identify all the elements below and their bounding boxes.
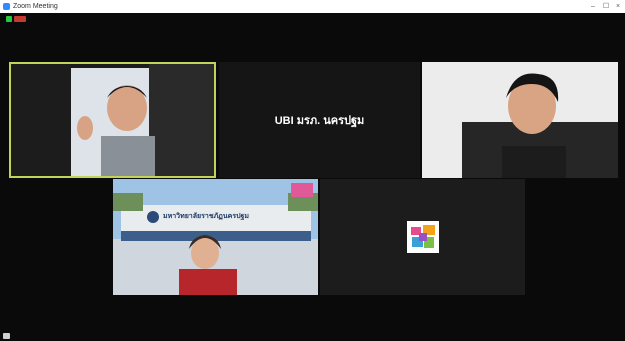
- connection-quality-icon: [14, 16, 26, 22]
- participant-video: [9, 62, 216, 178]
- participant-tile-text[interactable]: UBI มรภ. นครปฐม: [219, 62, 420, 178]
- close-button[interactable]: ×: [612, 0, 624, 13]
- window-titlebar: Zoom Meeting – ☐ ×: [0, 0, 625, 13]
- colorful-avatar-icon: [406, 221, 439, 253]
- participant-video: [422, 62, 618, 178]
- participant-display-name: UBI มรภ. นครปฐม: [274, 115, 365, 127]
- participant-tile-campus[interactable]: มหาวิทยาลัยราชภัฏนครปฐม: [113, 179, 318, 295]
- participant-tile-avatar[interactable]: [320, 179, 525, 295]
- encryption-shield-icon: [6, 16, 12, 22]
- meeting-bottom-bar: [0, 331, 625, 341]
- participant-tile-speaker-right[interactable]: [422, 62, 618, 178]
- participant-video: [113, 179, 318, 295]
- chat-icon[interactable]: [3, 333, 10, 339]
- maximize-button[interactable]: ☐: [600, 0, 612, 13]
- meeting-status-indicators[interactable]: [6, 15, 28, 23]
- participant-avatar: [406, 221, 439, 253]
- campus-banner-text: มหาวิทยาลัยราชภัฏนครปฐม: [163, 213, 250, 220]
- participant-tile-speaker[interactable]: [9, 62, 216, 178]
- zoom-app-icon: [3, 3, 10, 10]
- minimize-button[interactable]: –: [587, 0, 599, 13]
- window-title: Zoom Meeting: [13, 3, 58, 10]
